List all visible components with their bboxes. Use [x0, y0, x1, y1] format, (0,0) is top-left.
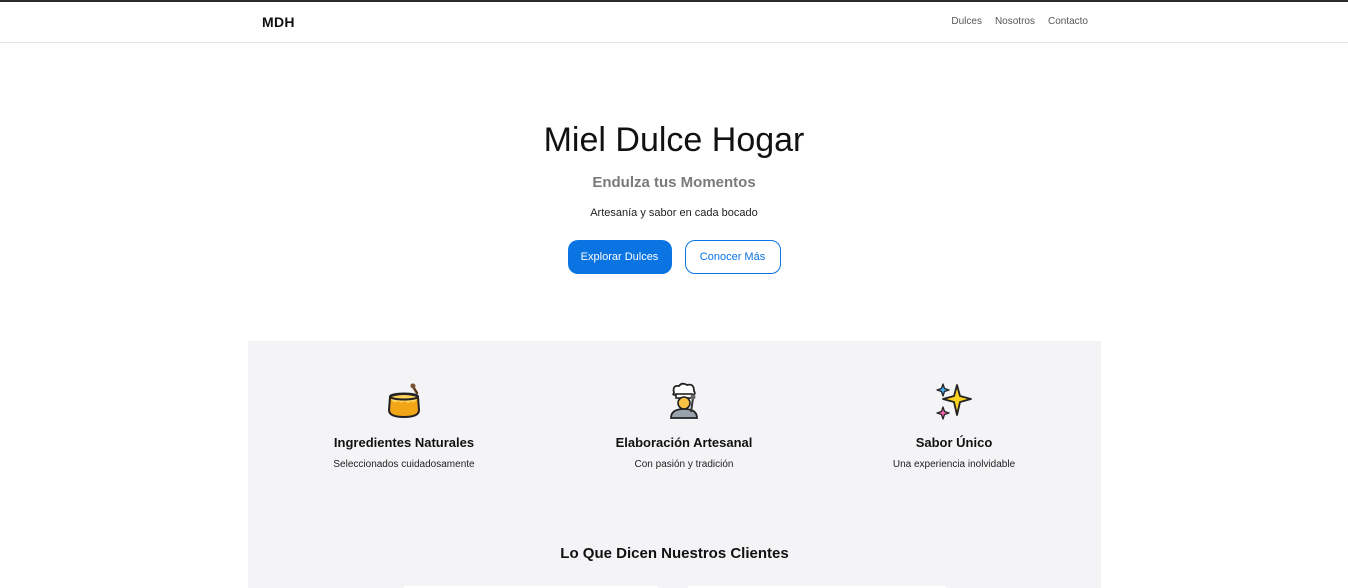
feature-card: Ingredientes Naturales Seleccionados cui…	[284, 381, 524, 470]
explore-sweets-button[interactable]: Explorar Dulces	[567, 240, 672, 274]
hero-tagline: Artesanía y sabor en cada bocado	[590, 207, 758, 219]
feature-description: Una experiencia inolvidable	[892, 459, 1016, 470]
hero-buttons: Explorar Dulces Conocer Más	[0, 240, 1348, 274]
brand-logo[interactable]: MDH	[262, 14, 295, 30]
nav-link-nosotros[interactable]: Nosotros	[995, 16, 1035, 27]
hero-section: Miel Dulce Hogar Endulza tus Momentos Ar…	[0, 43, 1348, 341]
feature-card: Sabor Único Una experiencia inolvidable	[834, 381, 1074, 470]
features-section: Ingredientes Naturales Seleccionados cui…	[248, 341, 1101, 588]
nav-link-contacto[interactable]: Contacto	[1048, 16, 1088, 27]
feature-title: Elaboración Artesanal	[615, 435, 753, 450]
feature-title: Sabor Único	[915, 435, 993, 450]
feature-title: Ingredientes Naturales	[333, 435, 475, 450]
nav-link-dulces[interactable]: Dulces	[951, 16, 982, 27]
chef-icon	[564, 381, 804, 421]
hero-title: Miel Dulce Hogar	[543, 121, 805, 159]
hero-subtitle: Endulza tus Momentos	[592, 174, 756, 191]
feature-description: Con pasión y tradición	[634, 459, 734, 470]
testimonials-title: Lo Que Dicen Nuestros Clientes	[560, 545, 789, 562]
main-nav: Dulces Nosotros Contacto	[951, 16, 1088, 27]
honey-pot-icon	[284, 381, 524, 421]
sparkles-icon	[834, 381, 1074, 421]
feature-card: Elaboración Artesanal Con pasión y tradi…	[564, 381, 804, 470]
feature-description: Seleccionados cuidadosamente	[333, 459, 475, 470]
site-header: MDH Dulces Nosotros Contacto	[0, 2, 1348, 43]
learn-more-button[interactable]: Conocer Más	[684, 240, 781, 274]
